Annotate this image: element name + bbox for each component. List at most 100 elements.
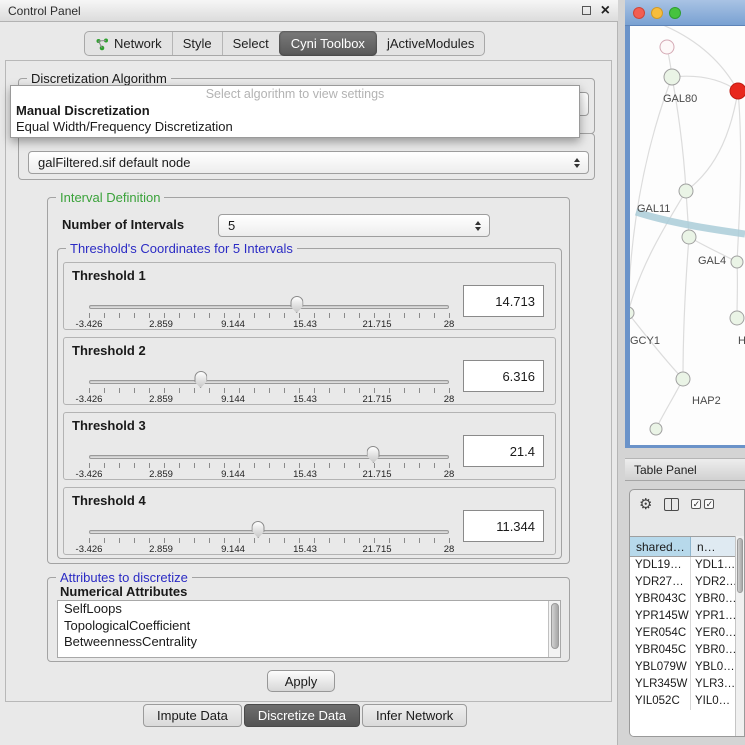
- slider-ticks: [89, 313, 450, 318]
- cell[interactable]: YBL079W: [630, 659, 691, 676]
- cell[interactable]: YER0…: [691, 625, 737, 642]
- cell[interactable]: YDR27…: [630, 574, 691, 591]
- column-header-shared-name[interactable]: shared…: [630, 537, 691, 556]
- network-node-gcy1[interactable]: [630, 307, 634, 319]
- control-panel-titlebar: Control Panel ×: [0, 0, 618, 22]
- zoom-traffic-light[interactable]: [669, 7, 681, 19]
- slider-track[interactable]: [89, 455, 449, 459]
- cell[interactable]: YIL0…: [691, 693, 737, 710]
- threshold-1-box: Threshold 1 -3.426 2.859 9.144 15.43 21.…: [63, 262, 556, 330]
- slider-thumb[interactable]: [367, 446, 380, 463]
- dropdown-placeholder: Select algorithm to view settings: [11, 86, 579, 103]
- network-node-hap2[interactable]: [676, 372, 690, 386]
- threshold-1-value-field[interactable]: 14.713: [463, 285, 544, 317]
- slider-track[interactable]: [89, 380, 449, 384]
- threshold-4-value-field[interactable]: 11.344: [463, 510, 544, 542]
- tab-discretize-data[interactable]: Discretize Data: [244, 704, 360, 727]
- table-row[interactable]: YIL052CYIL0…: [630, 693, 737, 710]
- table-scrollbar[interactable]: [735, 536, 744, 736]
- network-node-gal80[interactable]: [664, 69, 680, 85]
- tab-select[interactable]: Select: [222, 32, 279, 55]
- scale-label: 21.715: [362, 394, 391, 405]
- slider-thumb[interactable]: [290, 296, 303, 313]
- cell[interactable]: YLR345W: [630, 676, 691, 693]
- slider-track[interactable]: [89, 530, 449, 534]
- table-row[interactable]: YER054CYER0…: [630, 625, 737, 642]
- cell[interactable]: YDL1…: [691, 557, 737, 574]
- threshold-1-slider[interactable]: -3.426 2.859 9.144 15.43 21.715 28: [89, 263, 449, 331]
- cell[interactable]: YDR2…: [691, 574, 737, 591]
- cell[interactable]: YPR145W: [630, 608, 691, 625]
- threshold-2-value-field[interactable]: 6.316: [463, 360, 544, 392]
- cell[interactable]: YBL0…: [691, 659, 737, 676]
- scale-label: 9.144: [221, 319, 245, 330]
- checkbox-icon[interactable]: ✓: [691, 499, 701, 509]
- threshold-3-value-field[interactable]: 21.4: [463, 435, 544, 467]
- cell[interactable]: YPR1…: [691, 608, 737, 625]
- list-item[interactable]: TopologicalCoefficient: [58, 618, 560, 635]
- network-node-gal4[interactable]: [682, 230, 696, 244]
- slider-thumb[interactable]: [252, 521, 265, 538]
- close-traffic-light[interactable]: [633, 7, 645, 19]
- network-canvas[interactable]: GAL80 GAL11 GAL4 GCY1 HAP2 H: [630, 26, 745, 445]
- slider-track[interactable]: [89, 305, 449, 309]
- column-header-name[interactable]: n…: [691, 537, 737, 556]
- threshold-4-slider[interactable]: -3.426 2.859 9.144 15.43 21.715 28: [89, 488, 449, 556]
- cell[interactable]: YDL19…: [630, 557, 691, 574]
- table-panel-titlebar[interactable]: Table Panel: [625, 458, 745, 481]
- network-node-gal11[interactable]: [679, 184, 693, 198]
- scale-label: -3.426: [76, 394, 103, 405]
- cell[interactable]: YBR045C: [630, 642, 691, 659]
- network-node[interactable]: [650, 423, 662, 435]
- num-intervals-combobox[interactable]: 5: [218, 214, 490, 237]
- slider-thumb[interactable]: [194, 371, 207, 388]
- scale-label: 9.144: [221, 544, 245, 555]
- tab-jactivemodules[interactable]: jActiveModules: [377, 32, 484, 55]
- table-row[interactable]: YDL19…YDL1…: [630, 557, 737, 574]
- list-scrollbar[interactable]: [548, 601, 560, 657]
- network-node[interactable]: [731, 256, 743, 268]
- table-row[interactable]: YBR043CYBR0…: [630, 591, 737, 608]
- network-node[interactable]: [730, 311, 744, 325]
- list-item[interactable]: SelfLoops: [58, 601, 560, 618]
- cell[interactable]: YBR0…: [691, 591, 737, 608]
- float-icon[interactable]: [582, 6, 591, 15]
- checkbox-icon[interactable]: ✓: [704, 499, 714, 509]
- table-data-combobox[interactable]: galFiltered.sif default node: [28, 151, 589, 174]
- table-row[interactable]: YBR045CYBR0…: [630, 642, 737, 659]
- cell[interactable]: YIL052C: [630, 693, 691, 710]
- dropdown-option-manual-discretization[interactable]: Manual Discretization: [11, 103, 579, 119]
- scale-label: 21.715: [362, 469, 391, 480]
- list-item[interactable]: BetweennessCentrality: [58, 634, 560, 651]
- tab-cyni-toolbox[interactable]: Cyni Toolbox: [279, 31, 377, 56]
- network-node[interactable]: [660, 40, 674, 54]
- scrollbar-thumb[interactable]: [737, 538, 743, 593]
- network-node-red[interactable]: [730, 83, 745, 99]
- table-row[interactable]: YLR345WYLR3…: [630, 676, 737, 693]
- table-row[interactable]: YPR145WYPR1…: [630, 608, 737, 625]
- scrollbar-thumb[interactable]: [551, 603, 559, 649]
- control-panel-window: Control Panel × Network Style Select Cyn…: [0, 0, 618, 745]
- tab-impute-data[interactable]: Impute Data: [143, 704, 242, 727]
- gear-icon[interactable]: ⚙: [639, 497, 652, 512]
- tab-infer-network[interactable]: Infer Network: [362, 704, 467, 727]
- table-row[interactable]: YDR27…YDR2…: [630, 574, 737, 591]
- close-icon[interactable]: ×: [601, 3, 610, 19]
- stepper-icon: [470, 221, 485, 231]
- scale-label: -3.426: [76, 319, 103, 330]
- cell[interactable]: YLR3…: [691, 676, 737, 693]
- columns-icon[interactable]: [664, 498, 679, 511]
- tab-network[interactable]: Network: [85, 32, 172, 55]
- apply-button[interactable]: Apply: [267, 670, 335, 692]
- tab-label: Select: [233, 36, 269, 51]
- threshold-3-slider[interactable]: -3.426 2.859 9.144 15.43 21.715 28: [89, 413, 449, 481]
- attributes-list[interactable]: SelfLoops TopologicalCoefficient Between…: [57, 600, 561, 658]
- table-row[interactable]: YBL079WYBL0…: [630, 659, 737, 676]
- cell[interactable]: YBR0…: [691, 642, 737, 659]
- dropdown-option-equal-width[interactable]: Equal Width/Frequency Discretization: [11, 119, 579, 135]
- tab-style[interactable]: Style: [172, 32, 222, 55]
- cell[interactable]: YBR043C: [630, 591, 691, 608]
- threshold-2-slider[interactable]: -3.426 2.859 9.144 15.43 21.715 28: [89, 338, 449, 406]
- minimize-traffic-light[interactable]: [651, 7, 663, 19]
- cell[interactable]: YER054C: [630, 625, 691, 642]
